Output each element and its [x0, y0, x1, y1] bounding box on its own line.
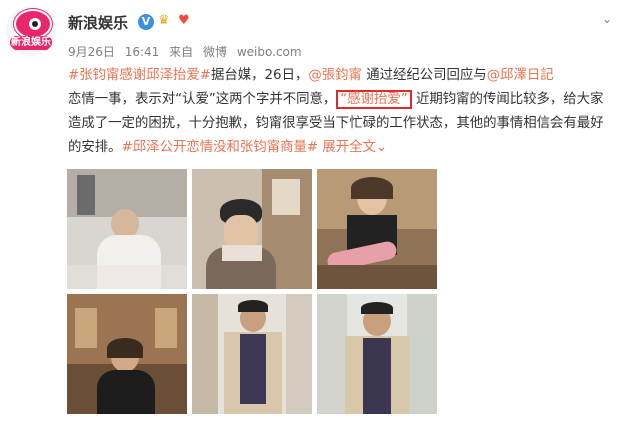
source-url[interactable]: weibo.com — [237, 45, 302, 59]
photo-thumbnail[interactable] — [67, 169, 187, 289]
source-prefix: 来自 — [169, 45, 194, 59]
user-name[interactable]: 新浪娱乐 — [68, 12, 128, 33]
mention-link[interactable]: @張鈞甯 — [308, 68, 362, 83]
expand-label: 展开全文 — [322, 140, 376, 155]
crown-badge-icon: ♛ — [158, 13, 170, 28]
photo-thumbnail[interactable] — [317, 169, 437, 289]
avatar[interactable]: 新浪娱乐 — [6, 6, 56, 56]
heart-badge-icon: ♥ — [178, 13, 190, 28]
post-date[interactable]: 9月26日 — [68, 45, 115, 59]
highlighted-quote: “感谢抬爱” — [336, 90, 412, 109]
photo-thumbnail[interactable] — [192, 294, 312, 414]
verified-badge-icon: V — [138, 14, 154, 30]
photo-grid — [67, 169, 437, 417]
expand-full-text-link[interactable]: 展开全文⌄ — [322, 140, 387, 155]
post-time[interactable]: 16:41 — [125, 45, 160, 59]
photo-thumbnail[interactable] — [317, 294, 437, 414]
chevron-down-icon[interactable]: ⌄ — [602, 12, 612, 26]
photo-thumbnail[interactable] — [192, 169, 312, 289]
source-name[interactable]: 微博 — [203, 45, 227, 59]
post-text-segment: 通过经纪公司回应与 — [366, 68, 487, 83]
avatar-label: 新浪娱乐 — [10, 36, 52, 50]
mention-link[interactable]: @邱澤日記 — [487, 68, 554, 83]
post-text: #张钧甯感谢邱泽抬爱#据台媒，26日，@張鈞甯 通过经纪公司回应与@邱澤日記恋情… — [68, 64, 616, 160]
post-text-segment: 恋情一事，表示对“认爱”这两个字并不同意， — [68, 92, 337, 107]
eye-logo-icon — [14, 9, 52, 39]
hashtag-link[interactable]: #张钧甯感谢邱泽抬爱# — [68, 68, 211, 83]
photo-thumbnail[interactable] — [67, 294, 187, 414]
hashtag-link[interactable]: #邱泽公开恋情没和张钧甯商量# — [122, 140, 319, 155]
post-text-segment: 据台媒，26日， — [210, 68, 309, 83]
post-meta: 9月26日 16:41 来自 微博 weibo.com — [68, 43, 308, 60]
chevron-down-icon: ⌄ — [375, 140, 388, 155]
